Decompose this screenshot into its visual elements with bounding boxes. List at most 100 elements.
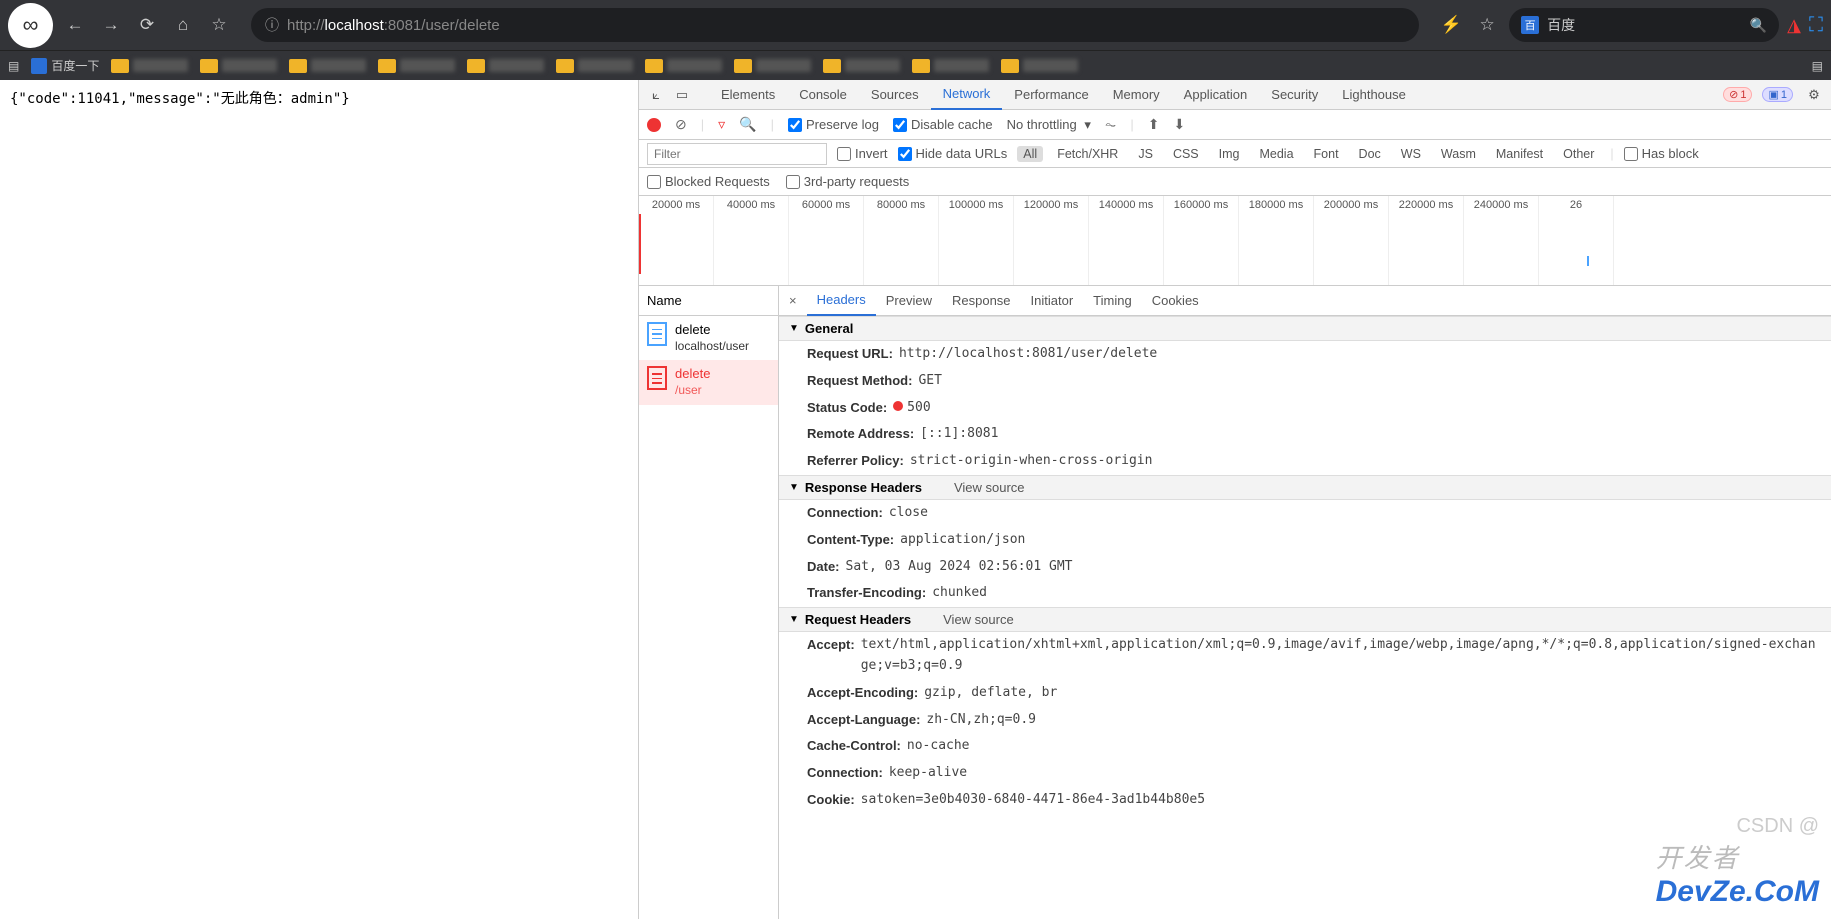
- filter-type-doc[interactable]: Doc: [1353, 146, 1387, 162]
- page-response-body: {"code":11041,"message":"无此角色：admin"}: [0, 80, 638, 919]
- info-count-badge[interactable]: ▣ 1: [1762, 87, 1793, 102]
- bookmark-folder[interactable]: [912, 59, 989, 73]
- header-value: satoken=3e0b4030-6840-4471-86e4-3ad1b44b…: [861, 790, 1821, 811]
- has-blocked-checkbox[interactable]: Has block: [1624, 146, 1699, 161]
- sidebar-toggle-icon[interactable]: ▤: [8, 59, 19, 73]
- upload-icon[interactable]: ⬆: [1148, 116, 1160, 133]
- detail-tab-response[interactable]: Response: [942, 286, 1021, 316]
- search-icon[interactable]: 🔍: [739, 116, 756, 133]
- bookmark-folder[interactable]: [734, 59, 811, 73]
- throttling-select[interactable]: No throttling ▾: [1007, 117, 1091, 133]
- filter-type-all[interactable]: All: [1017, 146, 1043, 162]
- device-toggle-icon[interactable]: ▭: [671, 87, 693, 103]
- main-area: {"code":11041,"message":"无此角色：admin"} ⟀ …: [0, 80, 1831, 919]
- devtools-tab-sources[interactable]: Sources: [859, 80, 931, 110]
- download-icon[interactable]: ⬇: [1173, 116, 1185, 133]
- home-button[interactable]: ⌂: [169, 11, 197, 39]
- detail-tab-preview[interactable]: Preview: [876, 286, 942, 316]
- bookmark-folder[interactable]: [556, 59, 633, 73]
- detail-tab-initiator[interactable]: Initiator: [1021, 286, 1084, 316]
- devtools-tab-security[interactable]: Security: [1259, 80, 1330, 110]
- section-header[interactable]: ▼General: [779, 316, 1831, 341]
- bookmark-folder[interactable]: [823, 59, 900, 73]
- detail-tab-timing[interactable]: Timing: [1083, 286, 1142, 316]
- bookmark-folder[interactable]: [200, 59, 277, 73]
- close-detail-button[interactable]: ×: [785, 293, 801, 308]
- devtools-tab-memory[interactable]: Memory: [1101, 80, 1172, 110]
- search-icon[interactable]: 🔍: [1750, 17, 1767, 34]
- bookmark-baidu[interactable]: 百度一下: [31, 57, 99, 74]
- devtools-tab-network[interactable]: Network: [931, 80, 1003, 110]
- section-header[interactable]: ▼Request HeadersView source: [779, 607, 1831, 632]
- bookmark-folder[interactable]: [645, 59, 722, 73]
- site-info-icon[interactable]: ⓘ: [265, 15, 279, 35]
- bookmark-folder[interactable]: [378, 59, 455, 73]
- filter-toggle-icon[interactable]: ▿: [718, 116, 725, 133]
- devtools-tab-application[interactable]: Application: [1172, 80, 1260, 110]
- section-header[interactable]: ▼Response HeadersView source: [779, 475, 1831, 500]
- bookmark-overflow[interactable]: ▤: [1812, 59, 1823, 73]
- settings-icon[interactable]: ⚙: [1803, 87, 1825, 103]
- blocked-requests-checkbox[interactable]: Blocked Requests: [647, 174, 770, 189]
- header-row: Date:Sat, 03 Aug 2024 02:56:01 GMT: [779, 554, 1831, 581]
- devtools-tab-console[interactable]: Console: [787, 80, 859, 110]
- forward-button[interactable]: →: [97, 11, 125, 39]
- header-row: Referrer Policy:strict-origin-when-cross…: [779, 448, 1831, 475]
- bookmark-star-icon[interactable]: ☆: [205, 11, 233, 39]
- bookmark-folder[interactable]: [289, 59, 366, 73]
- request-detail: × HeadersPreviewResponseInitiatorTimingC…: [779, 286, 1831, 919]
- devtools-tab-lighthouse[interactable]: Lighthouse: [1330, 80, 1418, 110]
- bookmark-folder[interactable]: [111, 59, 188, 73]
- record-button[interactable]: [647, 118, 661, 132]
- error-count-badge[interactable]: ⊘ 1: [1723, 87, 1752, 102]
- view-source-link[interactable]: View source: [954, 480, 1025, 495]
- hide-data-urls-checkbox[interactable]: Hide data URLs: [898, 146, 1008, 161]
- inspect-element-icon[interactable]: ⟀: [645, 87, 667, 103]
- request-name: delete: [675, 322, 749, 339]
- filter-type-img[interactable]: Img: [1213, 146, 1246, 162]
- third-party-checkbox[interactable]: 3rd-party requests: [786, 174, 910, 189]
- header-value: strict-origin-when-cross-origin: [910, 451, 1821, 472]
- filter-type-other[interactable]: Other: [1557, 146, 1600, 162]
- filter-type-manifest[interactable]: Manifest: [1490, 146, 1549, 162]
- clear-button[interactable]: ⊘: [675, 116, 687, 133]
- invert-checkbox[interactable]: Invert: [837, 146, 888, 161]
- crop-icon[interactable]: ⛶: [1809, 14, 1823, 37]
- timeline-tick: 180000 ms: [1239, 196, 1314, 285]
- extension-icon[interactable]: ◮: [1787, 15, 1801, 36]
- reload-button[interactable]: ⟳: [133, 11, 161, 39]
- profile-avatar[interactable]: ∞: [8, 3, 53, 48]
- network-timeline[interactable]: 20000 ms40000 ms60000 ms80000 ms100000 m…: [639, 196, 1831, 286]
- devtools-tab-performance[interactable]: Performance: [1002, 80, 1100, 110]
- header-key: Remote Address:: [807, 424, 914, 445]
- disable-cache-checkbox[interactable]: Disable cache: [893, 117, 993, 132]
- filter-type-media[interactable]: Media: [1253, 146, 1299, 162]
- header-key: Request URL:: [807, 344, 893, 365]
- request-row[interactable]: deletelocalhost/user: [639, 316, 778, 360]
- name-column-header[interactable]: Name: [639, 286, 778, 316]
- bookmark-folder[interactable]: [467, 59, 544, 73]
- filter-type-css[interactable]: CSS: [1167, 146, 1205, 162]
- preserve-log-checkbox[interactable]: Preserve log: [788, 117, 879, 132]
- wifi-icon[interactable]: ⏦: [1105, 116, 1116, 133]
- filter-type-font[interactable]: Font: [1308, 146, 1345, 162]
- bookmark-page-icon[interactable]: ☆: [1473, 11, 1501, 39]
- request-name: delete: [675, 366, 710, 383]
- request-row[interactable]: delete/user: [639, 360, 778, 404]
- filter-type-js[interactable]: JS: [1132, 146, 1159, 162]
- devtools-tabs: ⟀ ▭ ElementsConsoleSourcesNetworkPerform…: [639, 80, 1831, 110]
- address-bar[interactable]: ⓘ http://localhost:8081/user/delete: [251, 8, 1419, 42]
- filter-type-fetchxhr[interactable]: Fetch/XHR: [1051, 146, 1124, 162]
- bookmark-folder[interactable]: [1001, 59, 1078, 73]
- search-engine-box[interactable]: 百 百度 🔍: [1509, 8, 1779, 42]
- devtools-tab-elements[interactable]: Elements: [709, 80, 787, 110]
- bookmarks-bar: ▤ 百度一下 ▤: [0, 50, 1831, 80]
- filter-input[interactable]: [647, 143, 827, 165]
- back-button[interactable]: ←: [61, 11, 89, 39]
- detail-tab-headers[interactable]: Headers: [807, 286, 876, 316]
- filter-type-wasm[interactable]: Wasm: [1435, 146, 1482, 162]
- view-source-link[interactable]: View source: [943, 612, 1014, 627]
- flash-icon[interactable]: ⚡: [1437, 11, 1465, 39]
- filter-type-ws[interactable]: WS: [1395, 146, 1427, 162]
- detail-tab-cookies[interactable]: Cookies: [1142, 286, 1209, 316]
